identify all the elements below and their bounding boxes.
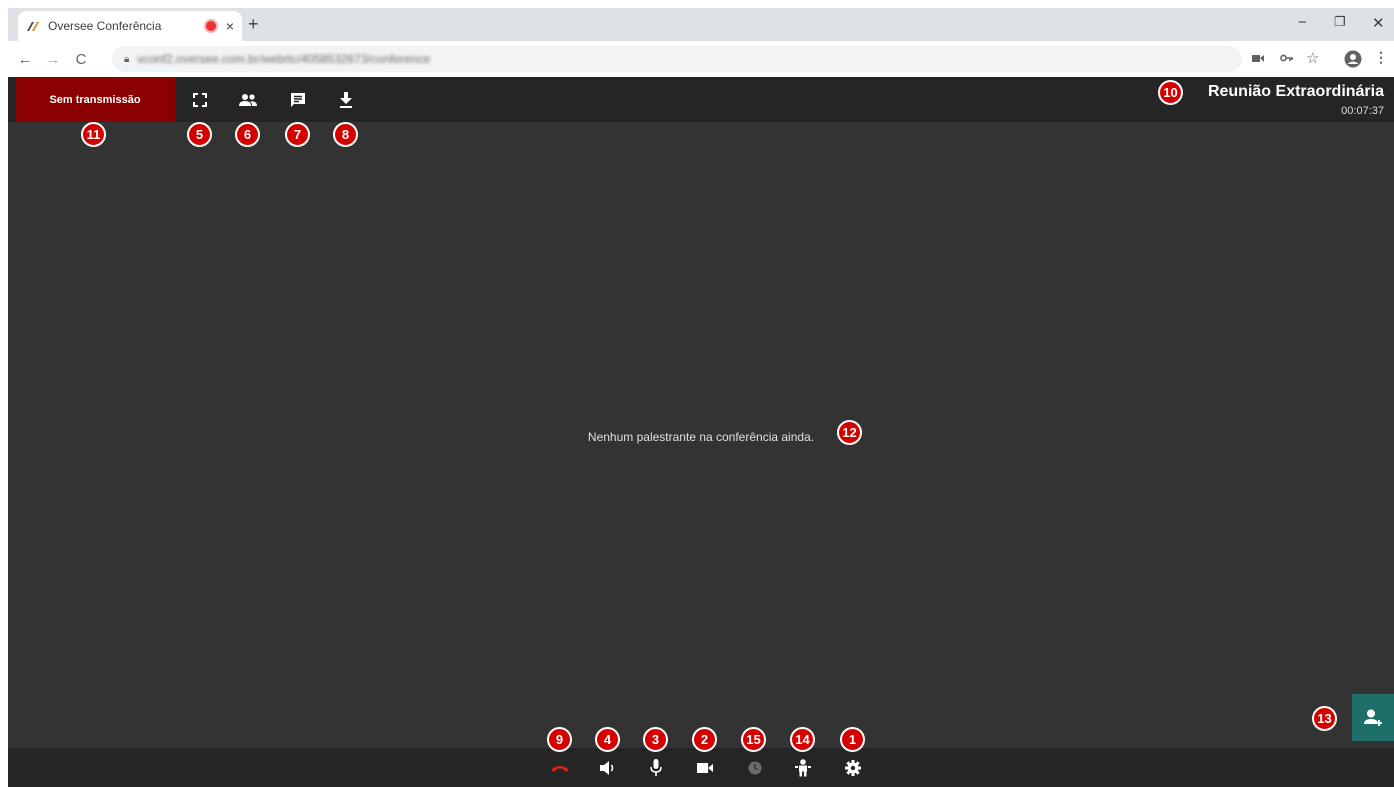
browser-tabstrip: Oversee Conferência × + − ❐ ✕	[8, 8, 1394, 41]
chat-icon[interactable]	[287, 89, 309, 111]
browser-addressbar: ← → C 🔒︎ vconf2.oversee.com.br/webrtc/40…	[8, 41, 1394, 77]
new-tab-button[interactable]: +	[248, 14, 259, 35]
annotation-badge: 8	[333, 122, 358, 147]
profile-avatar-icon[interactable]	[1344, 50, 1362, 68]
page: Oversee Conferência × + − ❐ ✕ ← → C 🔒︎ v…	[0, 0, 1394, 787]
download-icon[interactable]	[335, 89, 357, 111]
url-text: vconf2.oversee.com.br/webrtc/4058532673/…	[137, 52, 431, 66]
participants-icon[interactable]	[237, 89, 259, 111]
back-arrow-icon[interactable]: ←	[14, 51, 36, 68]
annotation-badge: 14	[790, 727, 815, 752]
camera-permission-icon[interactable]	[1252, 54, 1264, 63]
conference-topbar: Sem transmissão Reunião Extraordinária 0…	[8, 77, 1394, 122]
annotation-badge: 13	[1312, 706, 1337, 731]
lock-icon: 🔒︎	[124, 53, 130, 65]
annotation-badge: 6	[235, 122, 260, 147]
key-icon[interactable]	[1280, 53, 1294, 63]
reload-icon[interactable]: C	[70, 51, 92, 68]
oversee-logo-icon	[27, 22, 39, 31]
annotation-badge: 7	[285, 122, 310, 147]
annotation-badge: 4	[595, 727, 620, 752]
meeting-timer: 00:07:37	[1341, 105, 1384, 117]
annotation-badge: 3	[643, 727, 668, 752]
no-speaker-message: Nenhum palestrante na conferência ainda.	[587, 430, 815, 444]
annotation-badge: 1	[840, 727, 865, 752]
add-user-icon	[1364, 709, 1382, 726]
conference-controls-bar	[8, 748, 1394, 787]
microphone-icon[interactable]	[645, 757, 667, 779]
recording-indicator-icon	[205, 21, 216, 31]
meeting-title: Reunião Extraordinária	[1207, 83, 1384, 100]
window-minimize-button[interactable]: −	[1298, 14, 1307, 31]
forward-arrow-icon[interactable]: →	[42, 51, 64, 68]
url-bar[interactable]: 🔒︎ vconf2.oversee.com.br/webrtc/40585326…	[112, 46, 1242, 72]
fullscreen-icon[interactable]	[189, 89, 211, 111]
hangup-icon[interactable]	[549, 757, 571, 779]
browser-tab[interactable]: Oversee Conferência ×	[18, 11, 242, 41]
conference-app: Sem transmissão Reunião Extraordinária 0…	[8, 77, 1394, 787]
clock-icon[interactable]	[744, 757, 766, 779]
invite-participant-button[interactable]	[1352, 694, 1394, 741]
annotation-badge: 10	[1158, 80, 1183, 105]
annotation-badge: 15	[741, 727, 766, 752]
transmission-status-button[interactable]: Sem transmissão	[15, 77, 175, 122]
tab-title: Oversee Conferência	[48, 19, 162, 33]
window-restore-button[interactable]: ❐	[1334, 14, 1346, 30]
annotation-badge: 9	[547, 727, 572, 752]
settings-icon[interactable]	[842, 757, 864, 779]
speaker-icon[interactable]	[597, 757, 619, 779]
tab-close-icon[interactable]: ×	[226, 18, 234, 34]
annotation-badge: 5	[187, 122, 212, 147]
window-close-button[interactable]: ✕	[1372, 14, 1385, 32]
annotation-badge: 11	[81, 122, 106, 147]
annotation-badge: 2	[692, 727, 717, 752]
annotation-badge: 12	[837, 420, 862, 445]
presenter-icon[interactable]	[792, 757, 814, 779]
camera-icon[interactable]	[694, 757, 716, 779]
bookmark-star-icon[interactable]: ☆	[1306, 49, 1319, 67]
browser-menu-icon[interactable]: ⋮	[1374, 49, 1388, 66]
